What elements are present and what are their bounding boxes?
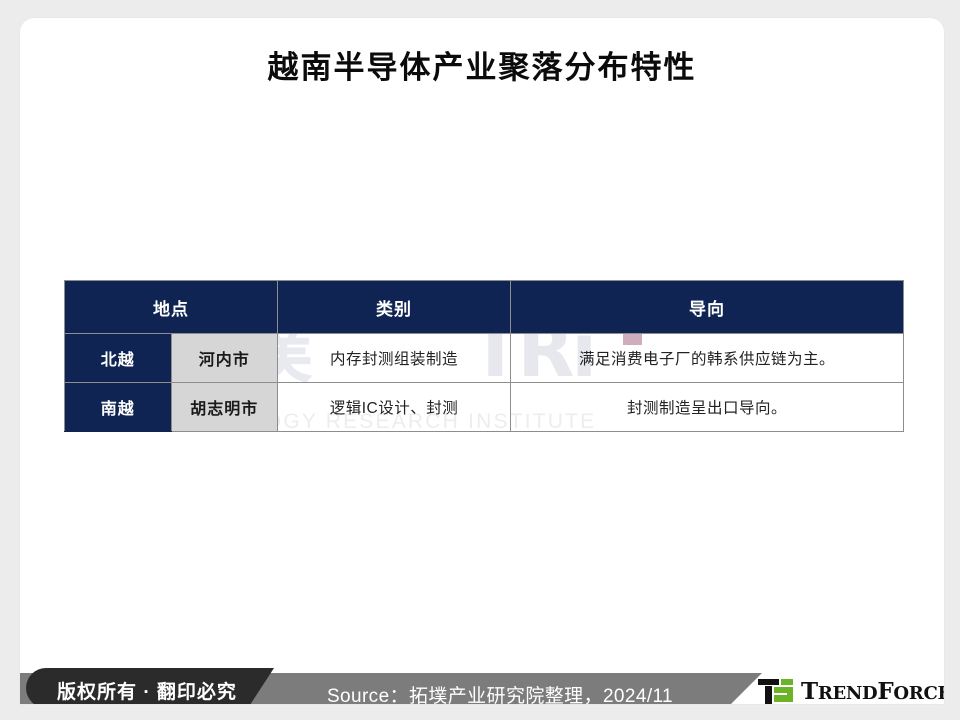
cell-category: 内存封测组装制造 xyxy=(277,333,511,383)
cell-city: 胡志明市 xyxy=(170,382,278,432)
table-row: 北越 河内市 内存封测组装制造 满足消费电子厂的韩系供应链为主。 xyxy=(64,333,904,383)
source-label: Source：拓墣产业研究院整理，2024/11 xyxy=(326,686,674,704)
trendforce-logo: TRENDFORCE xyxy=(758,678,944,704)
cell-region: 北越 xyxy=(64,333,172,383)
cell-city: 河内市 xyxy=(170,333,278,383)
distribution-table: 地点 类别 导向 北越 河内市 内存封测组装制造 满足消费电子厂的韩系供应链为主… xyxy=(64,280,904,432)
column-header-location: 地点 xyxy=(64,280,278,334)
brand-letter-t: T xyxy=(801,678,818,704)
table-header-row: 地点 类别 导向 xyxy=(64,280,904,334)
brand-letter-f: F xyxy=(877,678,894,704)
brand-orce: ORCE xyxy=(893,683,944,704)
table-body: 北越 河内市 内存封测组装制造 满足消费电子厂的韩系供应链为主。 南越 胡志明市… xyxy=(64,333,904,432)
column-header-direction: 导向 xyxy=(510,280,904,334)
cell-category: 逻辑IC设计、封测 xyxy=(277,382,511,432)
trendforce-mark-icon xyxy=(758,678,793,704)
table-header: 地点 类别 导向 xyxy=(64,280,904,334)
cell-direction: 满足消费电子厂的韩系供应链为主。 xyxy=(510,333,904,383)
cell-direction: 封测制造呈出口导向。 xyxy=(510,382,904,432)
column-header-category: 类别 xyxy=(277,280,511,334)
cell-region: 南越 xyxy=(64,382,172,432)
slide-canvas: 越南半导体产业聚落分布特性 拓墣 TRi TOPOLOGY RESEARCH I… xyxy=(20,18,944,704)
page-title: 越南半导体产业聚落分布特性 xyxy=(267,50,697,86)
table-row: 南越 胡志明市 逻辑IC设计、封测 封测制造呈出口导向。 xyxy=(64,382,904,432)
trendforce-wordmark: TRENDFORCE xyxy=(801,678,944,704)
copyright-label: 版权所有 · 翻印必究 xyxy=(57,682,237,703)
table-grid: 地点 类别 导向 北越 河内市 内存封测组装制造 满足消费电子厂的韩系供应链为主… xyxy=(64,280,904,432)
brand-rend: REND xyxy=(817,683,878,704)
